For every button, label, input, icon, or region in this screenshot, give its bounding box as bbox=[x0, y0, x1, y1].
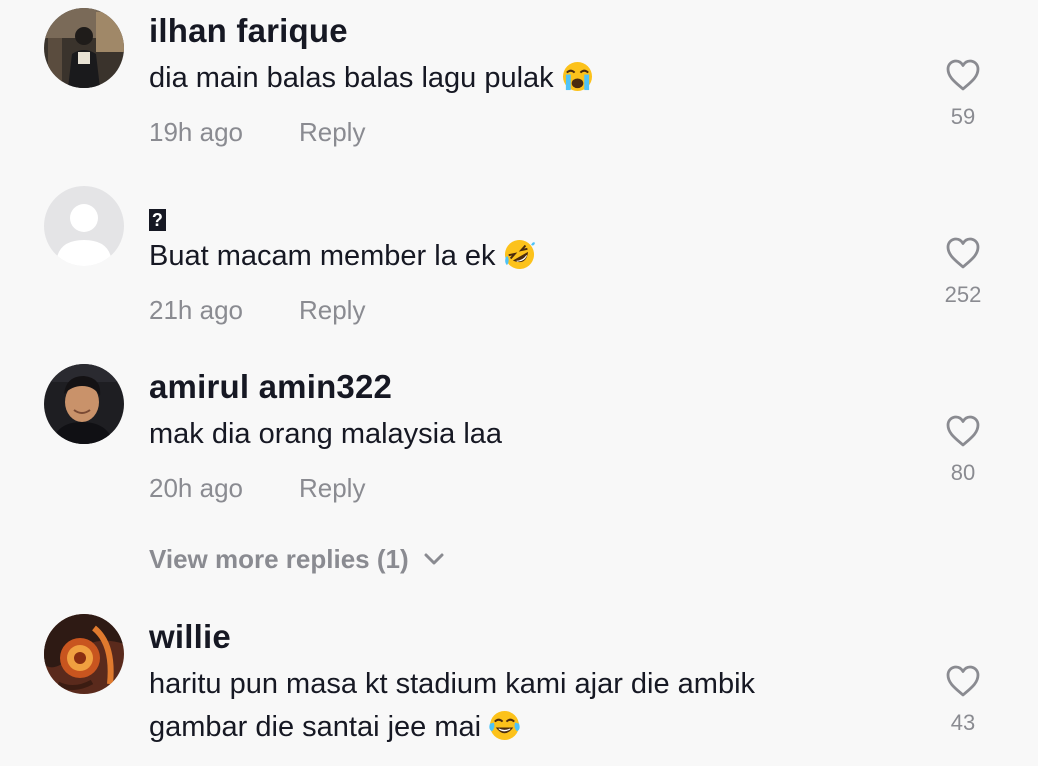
heart-icon[interactable] bbox=[945, 664, 981, 698]
like-control: 252 bbox=[932, 236, 994, 308]
comment-meta: 21h ago Reply bbox=[149, 295, 365, 326]
comment-text-content: dia main balas balas lagu pulak bbox=[149, 62, 554, 94]
view-more-replies-label: View more replies (1) bbox=[149, 544, 409, 574]
heart-icon[interactable] bbox=[945, 414, 981, 448]
like-count: 252 bbox=[944, 282, 982, 307]
comment-text-content: Buat macam member la ek bbox=[149, 240, 496, 272]
comment-list: ilhan farique dia main balas balas lagu … bbox=[0, 0, 1038, 766]
reply-button[interactable]: Reply bbox=[299, 473, 365, 503]
like-count: 80 bbox=[950, 460, 976, 485]
avatar[interactable] bbox=[44, 186, 124, 266]
comment-meta: 19h ago Reply bbox=[149, 117, 365, 148]
rolling-on-floor-laughing-emoji bbox=[504, 239, 535, 270]
avatar[interactable] bbox=[44, 614, 124, 694]
timestamp: 21h ago bbox=[149, 295, 243, 325]
view-more-replies-button[interactable]: View more replies (1) bbox=[149, 544, 445, 575]
avatar[interactable] bbox=[44, 364, 124, 444]
comment-text: dia main balas balas lagu pulak bbox=[149, 57, 593, 100]
reply-button[interactable]: Reply bbox=[299, 117, 365, 147]
loudly-crying-face-emoji bbox=[562, 61, 593, 92]
like-control: 59 bbox=[932, 58, 994, 130]
username[interactable]: ? bbox=[149, 196, 166, 234]
reply-button[interactable]: Reply bbox=[299, 295, 365, 325]
chevron-down-icon bbox=[424, 553, 444, 565]
comment-text: mak dia orang malaysia laa bbox=[149, 418, 503, 450]
like-count: 43 bbox=[950, 710, 976, 735]
timestamp: 19h ago bbox=[149, 117, 243, 147]
username[interactable]: ilhan farique bbox=[149, 12, 348, 50]
like-control: 80 bbox=[932, 414, 994, 486]
username[interactable]: willie bbox=[149, 618, 231, 656]
comment-text: Buat macam member la ek bbox=[149, 235, 535, 278]
comment-text-line: haritu pun masa kt stadium kami ajar die… bbox=[149, 668, 756, 700]
username[interactable]: amirul amin322 bbox=[149, 368, 392, 406]
comment-text-content: gambar die santai jee mai bbox=[149, 711, 482, 743]
like-control: 43 bbox=[932, 664, 994, 736]
comment-text: haritu pun masa kt stadium kami ajar die… bbox=[149, 663, 755, 749]
comment-meta: 20h ago Reply bbox=[149, 473, 365, 504]
face-with-tears-of-joy-emoji bbox=[489, 710, 520, 741]
avatar[interactable] bbox=[44, 8, 124, 88]
comment-text-line: gambar die santai jee mai bbox=[149, 706, 755, 749]
username-text: ? bbox=[149, 209, 166, 231]
like-count: 59 bbox=[950, 104, 976, 129]
timestamp: 20h ago bbox=[149, 473, 243, 503]
heart-icon[interactable] bbox=[945, 236, 981, 270]
heart-icon[interactable] bbox=[945, 58, 981, 92]
